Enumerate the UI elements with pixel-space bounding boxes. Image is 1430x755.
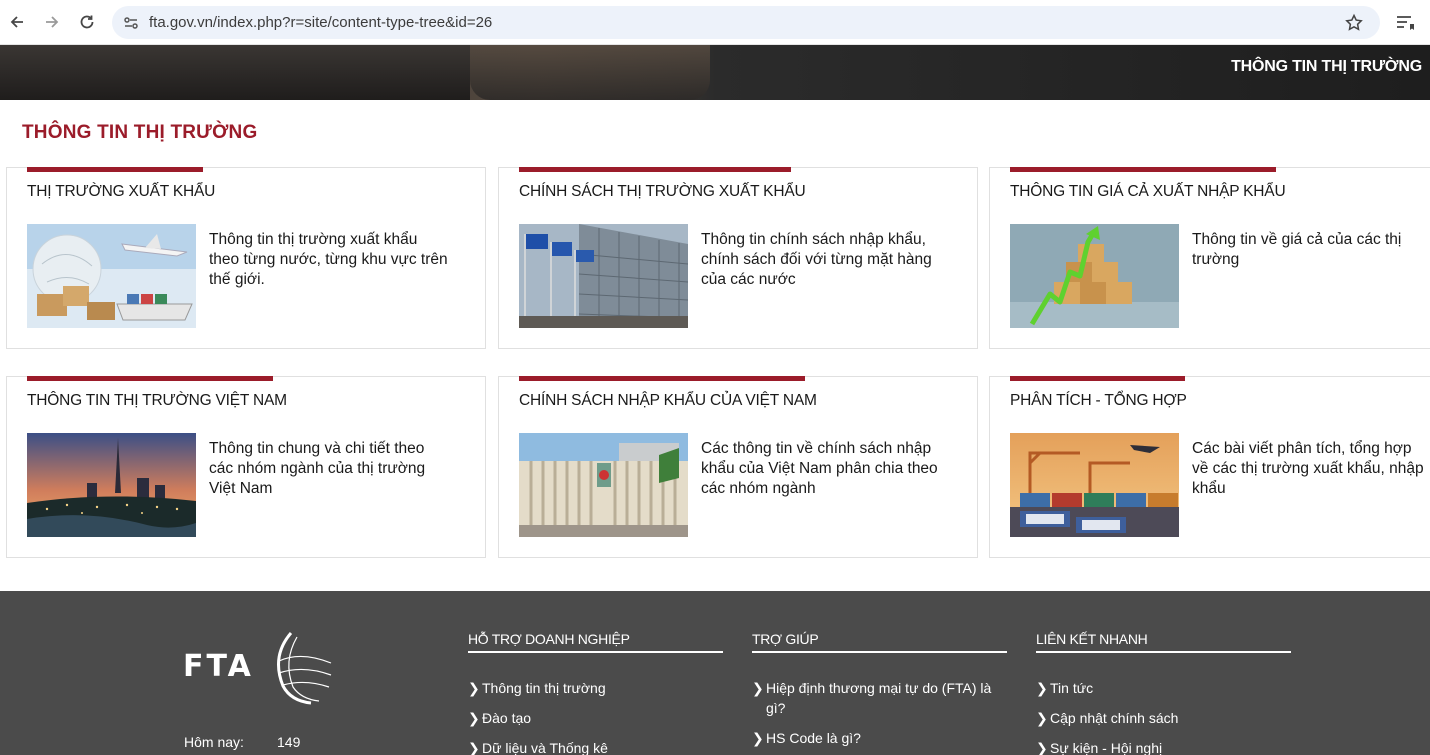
card-accent-bar	[1010, 167, 1276, 172]
card-description: Các thông tin về chính sách nhập khẩu củ…	[701, 440, 938, 497]
category-card-vietnam-market[interactable]: THÔNG TIN THỊ TRƯỜNG VIỆT NAM Thông tin …	[6, 376, 486, 558]
footer-column-title: TRỢ GIÚP	[752, 631, 1007, 653]
footer-link-market-info[interactable]: ❯ Thông tin thị trường	[468, 678, 606, 698]
footer-column-business-support: HỖ TRỢ DOANH NGHIỆP ❯ Thông tin thị trườn…	[468, 631, 723, 755]
address-bar[interactable]: fta.gov.vn/index.php?r=site/content-type…	[112, 6, 1380, 39]
card-title[interactable]: CHÍNH SÁCH NHẬP KHẨU CỦA VIỆT NAM	[519, 392, 817, 410]
card-title[interactable]: THÔNG TIN THỊ TRƯỜNG VIỆT NAM	[27, 392, 287, 410]
category-card-export-markets[interactable]: THỊ TRƯỜNG XUẤT KHẨU Thông tin thị trườn…	[6, 167, 486, 349]
arrow-left-icon	[10, 16, 23, 28]
card-description: Thông tin chính sách nhập khẩu, chính sá…	[701, 231, 932, 288]
card-accent-bar	[27, 376, 273, 381]
hero-image-left	[0, 45, 470, 100]
card-description: Thông tin thị trường xuất khẩu theo từng…	[209, 231, 448, 288]
site-footer: FTA Hôm nay: 149 HỖ TRỢ DOANH NGHIỆP ❯ Th…	[0, 591, 1430, 755]
footer-link-training[interactable]: ❯ Đào tạo	[468, 708, 531, 728]
card-description: Thông tin chung và chi tiết theo các nhó…	[209, 440, 426, 497]
fta-logo[interactable]: FTA	[183, 631, 333, 706]
chevron-right-icon: ❯	[468, 710, 480, 726]
category-card-export-market-policy[interactable]: CHÍNH SÁCH THỊ TRƯỜNG XUẤT KHẨU Thông ti…	[498, 167, 978, 349]
card-description: Thông tin về giá cả của các thị trường	[1192, 231, 1402, 268]
arrow-right-icon	[46, 16, 59, 28]
national-assembly-building-image[interactable]	[519, 433, 688, 537]
footer-link-what-is-hs-code[interactable]: ❯ HS Code là gì?	[752, 728, 861, 748]
truck-image	[470, 45, 710, 100]
globe-swoosh-icon	[277, 632, 332, 705]
import-export-port-image[interactable]	[1010, 433, 1179, 537]
back-button[interactable]	[3, 8, 31, 36]
footer-column-title: LIÊN KẾT NHANH	[1036, 631, 1291, 653]
visitor-counter-label: Hôm nay:	[184, 734, 244, 750]
chevron-right-icon: ❯	[468, 680, 480, 696]
footer-link-what-is-fta[interactable]: ❯ Hiệp định thương mại tự do (FTA) là gì?	[752, 678, 997, 718]
browser-toolbar: fta.gov.vn/index.php?r=site/content-type…	[0, 0, 1430, 45]
chevron-right-icon: ❯	[1036, 680, 1048, 696]
chevron-right-icon: ❯	[752, 680, 764, 696]
category-card-vietnam-import-policy[interactable]: CHÍNH SÁCH NHẬP KHẨU CỦA VIỆT NAM Các th…	[498, 376, 978, 558]
reload-button[interactable]	[73, 8, 101, 36]
footer-link-news[interactable]: ❯ Tin tức	[1036, 678, 1093, 698]
visitor-counter-value: 149	[277, 734, 301, 750]
url-text[interactable]: fta.gov.vn/index.php?r=site/content-type…	[149, 14, 492, 31]
card-accent-bar	[27, 167, 203, 172]
hero-banner: THÔNG TIN THỊ TRƯỜNG	[0, 45, 1430, 100]
card-description: Các bài viết phân tích, tổng hợp về các …	[1192, 440, 1424, 497]
chevron-right-icon: ❯	[468, 740, 480, 755]
category-card-analysis-summary[interactable]: PHÂN TÍCH - TỔNG HỢP Các bài viết phân t…	[989, 376, 1430, 558]
footer-column-title: HỖ TRỢ DOANH NGHIỆP	[468, 631, 723, 653]
footer-link-policy-updates[interactable]: ❯ Cập nhật chính sách	[1036, 708, 1178, 728]
forward-button[interactable]	[38, 8, 66, 36]
card-accent-bar	[1010, 376, 1185, 381]
reading-list-icon[interactable]	[1394, 12, 1416, 34]
globe-airplane-ship-image[interactable]	[27, 224, 196, 328]
chevron-right-icon: ❯	[752, 730, 764, 746]
card-title[interactable]: CHÍNH SÁCH THỊ TRƯỜNG XUẤT KHẨU	[519, 183, 806, 201]
card-accent-bar	[519, 167, 791, 172]
boxes-arrow-chart-image[interactable]	[1010, 224, 1179, 328]
card-accent-bar	[519, 376, 805, 381]
page-title: THÔNG TIN THỊ TRƯỜNG	[22, 122, 258, 143]
site-settings-icon[interactable]	[122, 14, 140, 32]
chevron-right-icon: ❯	[1036, 710, 1048, 726]
category-card-import-export-prices[interactable]: THÔNG TIN GIÁ CẢ XUẤT NHẬP KHẨU Thông ti…	[989, 167, 1430, 349]
card-title[interactable]: THỊ TRƯỜNG XUẤT KHẨU	[27, 183, 215, 201]
footer-link-events-conferences[interactable]: ❯ Sự kiện - Hội nghị	[1036, 738, 1162, 755]
bookmark-star-icon[interactable]	[1344, 13, 1364, 33]
chevron-right-icon: ❯	[1036, 740, 1048, 755]
footer-link-data-statistics[interactable]: ❯ Dữ liệu và Thống kê	[468, 738, 608, 755]
eu-flags-building-image[interactable]	[519, 224, 688, 328]
card-title[interactable]: PHÂN TÍCH - TỔNG HỢP	[1010, 392, 1187, 410]
footer-column-help: TRỢ GIÚP ❯ Hiệp định thương mại tự do (FT…	[752, 631, 1007, 746]
footer-column-quick-links: LIÊN KẾT NHANH ❯ Tin tức ❯ Cập nhật chính …	[1036, 631, 1291, 755]
hero-title: THÔNG TIN THỊ TRƯỜNG	[1231, 58, 1422, 75]
logo-text: FTA	[183, 649, 254, 684]
reload-icon	[80, 15, 94, 29]
saigon-skyline-image[interactable]	[27, 433, 196, 537]
card-title[interactable]: THÔNG TIN GIÁ CẢ XUẤT NHẬP KHẨU	[1010, 183, 1286, 201]
